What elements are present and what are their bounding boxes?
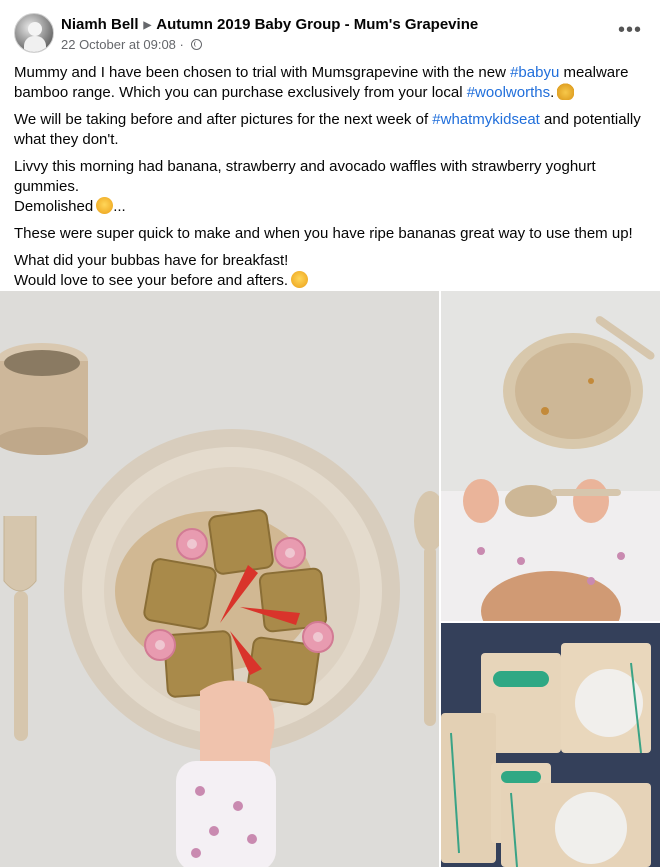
photo-empty-plate[interactable] — [441, 291, 660, 621]
empty-plate-illustration — [441, 291, 660, 621]
hugging-emoji-icon — [291, 271, 309, 288]
victory-hand-emoji-icon — [557, 83, 575, 100]
paragraph-4: These were super quick to make and when … — [14, 225, 633, 242]
text-segment: ... — [113, 198, 126, 215]
meta-separator: · — [179, 37, 184, 52]
author-line: Niamh Bell ▶ Autumn 2019 Baby Group - Mum'… — [61, 16, 478, 33]
paragraph-2: We will be taking before and after pictu… — [14, 110, 650, 150]
post-header: Niamh Bell ▶ Autumn 2019 Baby Group - Mum'… — [0, 0, 660, 62]
paragraph-1: Mummy and I have been chosen to trial wi… — [14, 63, 650, 103]
group-name[interactable]: Autumn 2019 Baby Group - Mum's Grapevine — [156, 16, 478, 33]
avatar-head — [28, 22, 42, 36]
paragraph-5: What did your bubbas have for breakfast!… — [14, 251, 650, 291]
packaging-illustration — [441, 623, 660, 867]
globe-icon[interactable] — [190, 39, 202, 50]
text-segment: We will be taking before and after pictu… — [14, 111, 433, 128]
author-name[interactable]: Niamh Bell — [61, 16, 139, 33]
waffles-plate-illustration — [0, 291, 439, 867]
post-meta: 22 October at 09:08 · — [61, 37, 202, 52]
hashtag-woolworths[interactable]: #woolworths — [467, 84, 550, 101]
laughing-emoji-icon — [96, 197, 114, 214]
text-segment: Livvy this morning had banana, strawberr… — [14, 158, 596, 195]
hashtag-babyu[interactable]: #babyu — [510, 64, 559, 81]
photo-waffles-plate[interactable] — [0, 291, 439, 867]
text-segment: Would love to see your before and afters… — [14, 272, 289, 289]
post-card: Niamh Bell ▶ Autumn 2019 Baby Group - Mum'… — [0, 0, 660, 867]
avatar-body — [24, 36, 46, 52]
text-segment: Mummy and I have been chosen to trial wi… — [14, 64, 511, 81]
text-segment: Demolished — [14, 198, 94, 215]
text-segment: What did your bubbas have for breakfast! — [14, 252, 289, 269]
post-timestamp[interactable]: 22 October at 09:08 — [61, 37, 176, 52]
paragraph-3: Livvy this morning had banana, strawberr… — [14, 157, 650, 217]
more-options-icon[interactable]: ••• — [618, 20, 642, 40]
hashtag-whatmykidseat[interactable]: #whatmykidseat — [432, 111, 540, 128]
post-text: Mummy and I have been chosen to trial wi… — [14, 63, 650, 298]
photo-product-packaging[interactable] — [441, 623, 660, 867]
triangle-right-icon: ▶ — [143, 20, 152, 31]
author-avatar[interactable] — [14, 13, 54, 53]
text-segment: . — [550, 84, 555, 101]
